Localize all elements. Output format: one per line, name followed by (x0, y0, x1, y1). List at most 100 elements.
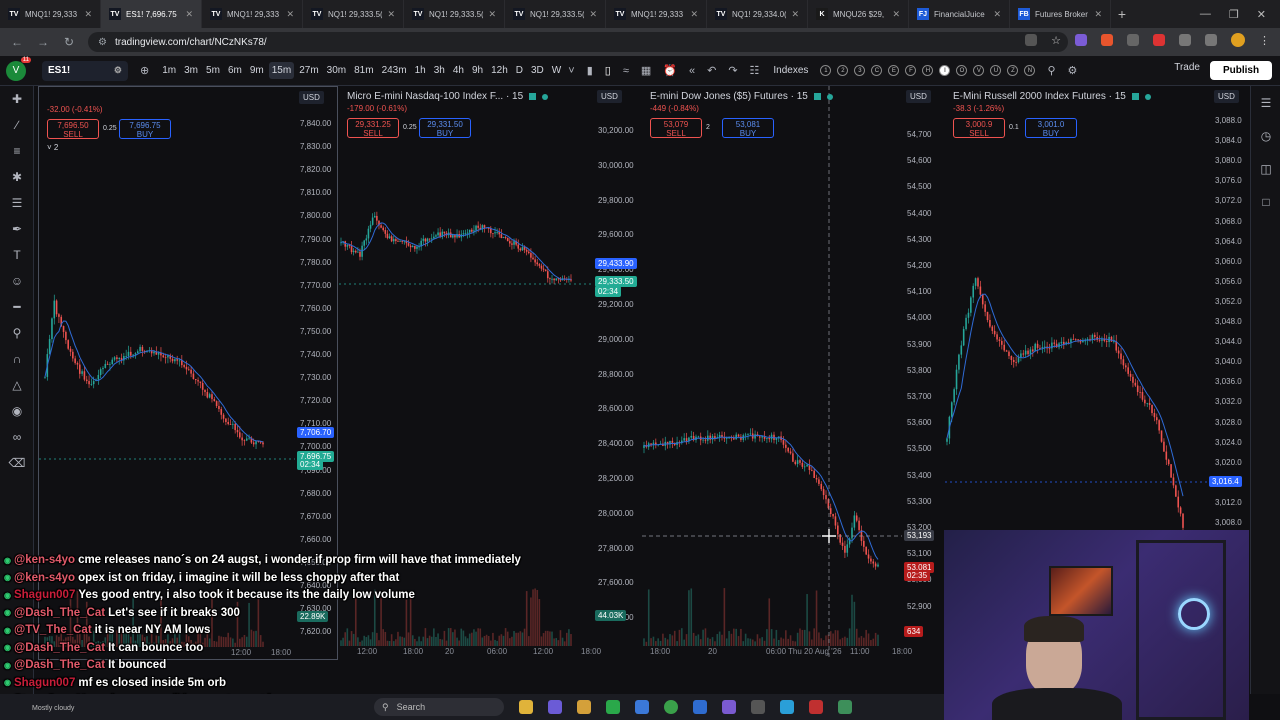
currency-selector[interactable]: USD (906, 90, 931, 103)
trade-button[interactable]: Trade (1174, 62, 1200, 73)
buy-button[interactable]: 7,696.75 BUY (119, 119, 171, 139)
browser-tab[interactable]: TV ES1! 7,696.75 ↓ ✕ (101, 0, 202, 28)
extension-icon[interactable] (1153, 34, 1165, 46)
timeframe-9h[interactable]: 9h (469, 62, 486, 79)
layout-button-Z[interactable]: Z (1007, 65, 1019, 76)
extension-icon[interactable] (1127, 34, 1139, 46)
timeframe-27m[interactable]: 27m (296, 62, 321, 79)
crosshair-icon[interactable]: ✚ (0, 86, 34, 112)
indexes-watchlist-label[interactable]: Indexes (773, 65, 808, 76)
tab-close-icon[interactable]: ✕ (589, 9, 597, 20)
user-avatar[interactable]: V 11 (6, 56, 31, 81)
bar-style-icon[interactable]: ▮ (587, 64, 593, 77)
files-icon[interactable] (519, 700, 533, 714)
timeframe-6m[interactable]: 6m (225, 62, 245, 79)
extensions-puzzle-icon[interactable] (1179, 34, 1191, 46)
app-icon[interactable] (606, 700, 620, 714)
taskbar-search[interactable]: ⚲ Search (374, 698, 504, 716)
app-icon[interactable] (809, 700, 823, 714)
timeframe-243m[interactable]: 243m (379, 62, 410, 79)
timeframe-1m[interactable]: 1m (159, 62, 179, 79)
layout-button-2[interactable]: 2 (837, 65, 849, 76)
chat-icon[interactable]: □ (1251, 185, 1280, 218)
layout-button-N[interactable]: N (1024, 65, 1036, 76)
extension-icon[interactable] (1075, 34, 1087, 46)
timeframe-81m[interactable]: 81m (351, 62, 376, 79)
zoom-icon[interactable]: ⚲ (0, 320, 34, 346)
browser-tab[interactable]: TV MNQ1! 29,333 ✕ (606, 0, 707, 28)
sell-button[interactable]: 7,696.50 SELL (47, 119, 99, 139)
app-icon[interactable] (838, 700, 852, 714)
layers-icon[interactable]: ◫ (1251, 152, 1280, 185)
alert-icon[interactable]: ⏰ (663, 64, 677, 77)
layout-button-I[interactable]: I (939, 65, 951, 76)
candles-icon[interactable]: ▯ (605, 64, 611, 77)
timeframe-1h[interactable]: 1h (412, 62, 429, 79)
layout-button-F[interactable]: F (905, 65, 917, 76)
settings-gear-icon[interactable]: ⚙ (1068, 64, 1078, 77)
timeframe-15m[interactable]: 15m (268, 62, 295, 79)
timeframe-30m[interactable]: 30m (324, 62, 349, 79)
new-tab-button[interactable]: + (1111, 6, 1133, 22)
app-icon[interactable] (577, 700, 591, 714)
minimize-icon[interactable]: — (1200, 8, 1211, 20)
buy-button[interactable]: 53,081 BUY (722, 118, 774, 138)
magnet-icon[interactable]: ∩ (0, 346, 34, 372)
browser-tab[interactable]: TV NQ1! 29,333.5(✕ (505, 0, 606, 28)
sell-button[interactable]: 29,331.25 SELL (347, 118, 399, 138)
app-icon[interactable] (635, 700, 649, 714)
browser-tab[interactable]: TV MNQ1! 29,333 ✕ (202, 0, 303, 28)
bookmark-star-icon[interactable]: ☆ (1051, 34, 1061, 47)
browser-tab[interactable]: TV NQ1! 29,333.5(✕ (303, 0, 404, 28)
compare-add-icon[interactable]: ⊕ (140, 64, 149, 77)
lock-icon[interactable]: △ (0, 372, 34, 398)
eye-icon[interactable]: ◉ (0, 398, 34, 424)
app-icon[interactable] (548, 700, 562, 714)
timeframe-4h[interactable]: 4h (450, 62, 467, 79)
layout-button-O[interactable]: O (956, 65, 968, 76)
symbol-options-icon[interactable]: ⚙ (114, 65, 122, 76)
alerts-clock-icon[interactable]: ◷ (1251, 119, 1280, 152)
publish-button[interactable]: Publish (1210, 61, 1272, 80)
text-icon[interactable]: T (0, 242, 34, 268)
layout-button-H[interactable]: H (922, 65, 934, 76)
layout-grid-icon[interactable]: ☷ (750, 64, 760, 77)
timeframe-3h[interactable]: 3h (431, 62, 448, 79)
tab-close-icon[interactable]: ✕ (185, 9, 193, 20)
undo-icon[interactable]: ↶ (707, 64, 716, 77)
ruler-icon[interactable]: ━ (0, 294, 34, 320)
layout-button-E[interactable]: E (888, 65, 900, 76)
tab-close-icon[interactable]: ✕ (286, 9, 294, 20)
tab-close-icon[interactable]: ✕ (791, 9, 799, 20)
chrome-icon[interactable] (664, 700, 678, 714)
projection-icon[interactable]: ☰ (0, 190, 34, 216)
browser-tab[interactable]: TV NQ1! 29,333.5(✕ (404, 0, 505, 28)
buy-button[interactable]: 3,001.0 BUY (1025, 118, 1077, 138)
chart-panel-ym[interactable]: E-mini Dow Jones ($5) Futures · 15 -449 (… (642, 86, 944, 660)
site-info-icon[interactable]: ⚙ (98, 37, 107, 48)
price-chart-canvas[interactable] (642, 86, 944, 660)
forward-icon[interactable]: → (36, 35, 50, 49)
browser-tab[interactable]: TV MNQ1! 29,333 ✕ (0, 0, 101, 28)
indicators-collapse[interactable]: ˅ 2 (47, 143, 58, 152)
layout-button-C[interactable]: C (871, 65, 883, 76)
app-icon[interactable] (751, 700, 765, 714)
tab-close-icon[interactable]: ✕ (690, 9, 698, 20)
browser-tab[interactable]: TV NQ1! 29,334.0(✕ (707, 0, 808, 28)
layout-button-V[interactable]: V (973, 65, 985, 76)
timeframe-3m[interactable]: 3m (181, 62, 201, 79)
timeframe-9m[interactable]: 9m (247, 62, 267, 79)
symbol-search[interactable]: ES1! ⚙ (42, 60, 128, 81)
currency-selector[interactable]: USD (1214, 90, 1239, 103)
currency-selector[interactable]: USD (597, 90, 622, 103)
quick-search-icon[interactable]: ⚲ (1047, 64, 1055, 77)
pattern-icon[interactable]: ✱ (0, 164, 34, 190)
profile-avatar[interactable] (1231, 33, 1245, 47)
tab-close-icon[interactable]: ✕ (387, 9, 395, 20)
close-window-icon[interactable]: ✕ (1257, 8, 1266, 21)
templates-icon[interactable]: ▦ (641, 64, 651, 77)
layout-button-1[interactable]: 1 (820, 65, 832, 76)
tab-close-icon[interactable]: ✕ (993, 9, 1001, 20)
trash-icon[interactable]: ⌫ (0, 450, 34, 476)
currency-selector[interactable]: USD (299, 91, 324, 104)
